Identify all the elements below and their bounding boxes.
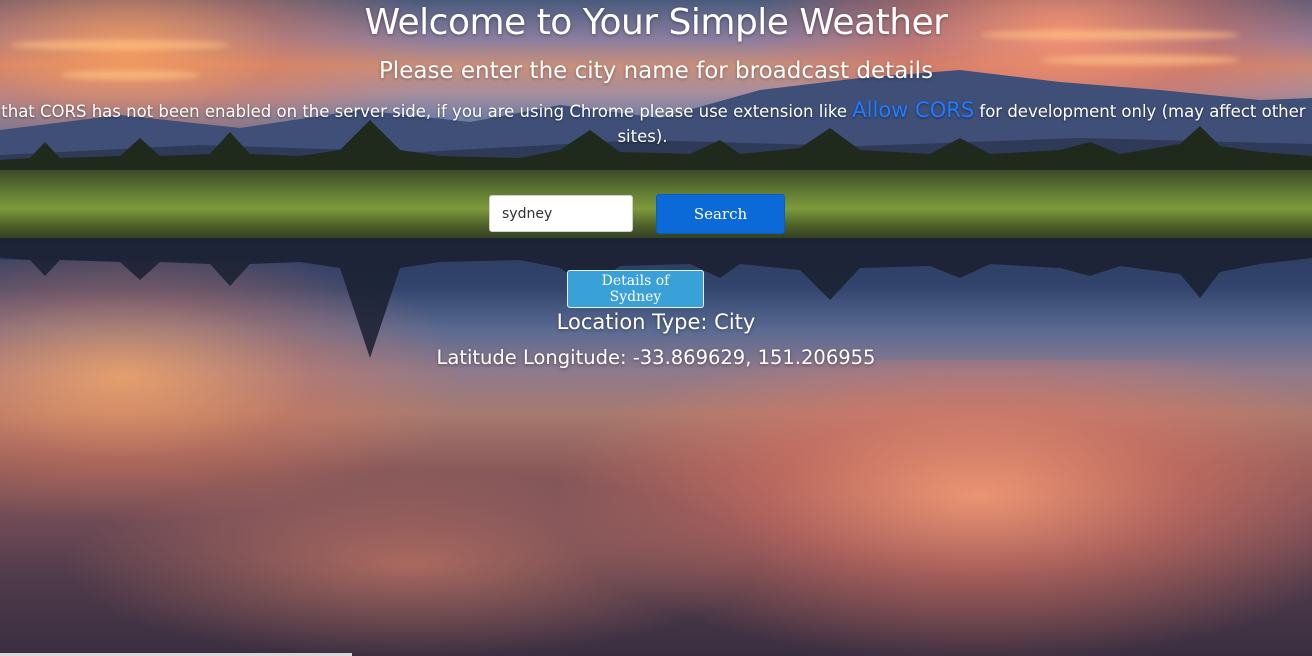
city-details-button[interactable]: Details of Sydney xyxy=(567,270,704,308)
city-search-input[interactable] xyxy=(489,195,633,232)
location-type-text: Location Type: City xyxy=(556,310,756,334)
page-title: Welcome to Your Simple Weather xyxy=(364,2,948,43)
search-button[interactable]: Search xyxy=(656,194,785,234)
cors-notice: te that CORS has not been enabled on the… xyxy=(0,98,1312,149)
page-subtitle: Please enter the city name for broadcast… xyxy=(378,58,934,84)
main-content: Welcome to Your Simple Weather Please en… xyxy=(0,0,1312,656)
allow-cors-link[interactable]: Allow CORS xyxy=(852,98,974,122)
cors-notice-text: te that CORS has not been enabled on the… xyxy=(0,102,853,121)
lat-lng-text: Latitude Longitude: -33.869629, 151.2069… xyxy=(436,346,876,369)
